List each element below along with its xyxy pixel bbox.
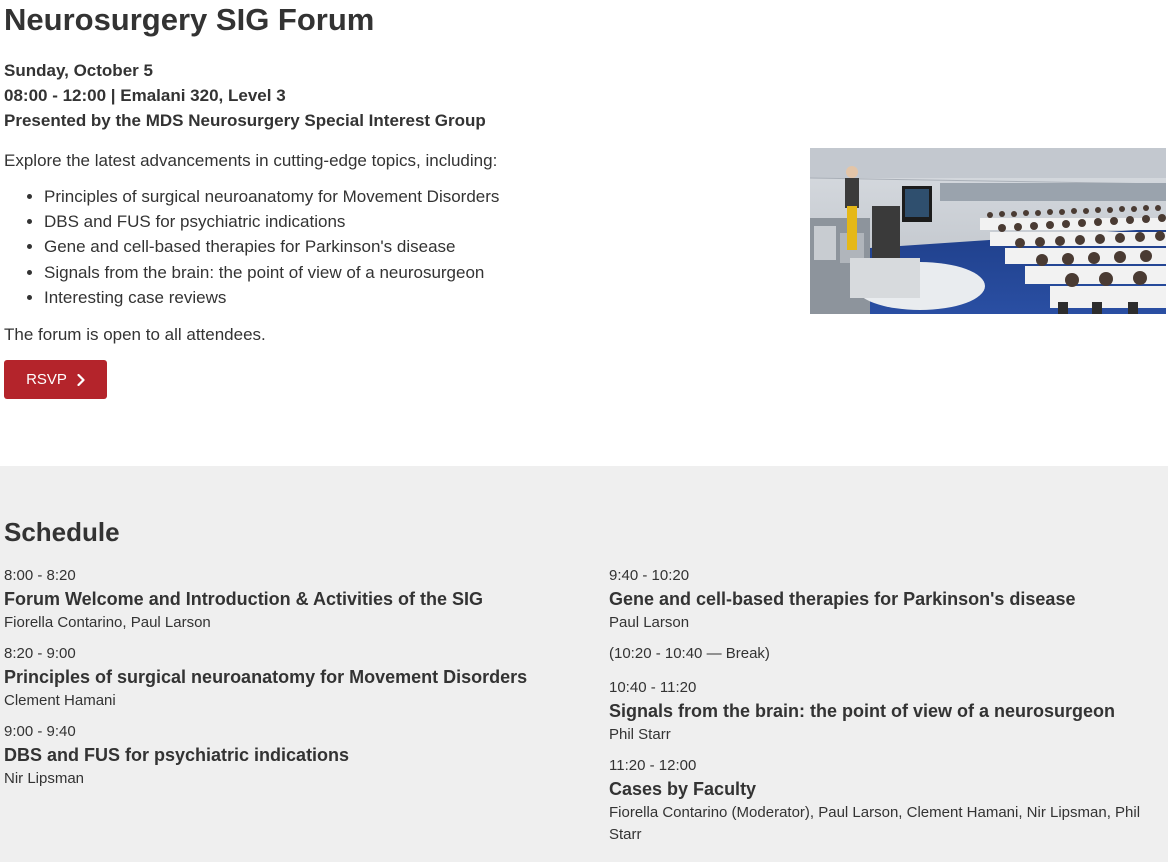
break-note: (10:20 - 10:40 — Break): [609, 645, 770, 662]
list-item: Interesting case reviews: [44, 285, 499, 310]
schedule-title: Schedule: [4, 517, 120, 547]
session-time: 9:00 - 9:40: [4, 723, 76, 740]
session-title: Gene and cell-based therapies for Parkin…: [609, 589, 1076, 609]
session-speakers: Clement Hamani: [4, 692, 116, 709]
conference-photo: [810, 148, 1166, 314]
session-title: Forum Welcome and Introduction & Activit…: [4, 589, 484, 609]
intro-text: Explore the latest advancements in cutti…: [4, 151, 498, 170]
event-time-location: 08:00 - 12:00 | Emalani 320, Level 3: [4, 86, 286, 105]
list-item: Signals from the brain: the point of vie…: [44, 260, 499, 285]
rsvp-button[interactable]: RSVP: [4, 360, 107, 399]
session-speakers: Nir Lipsman: [4, 770, 85, 787]
session-time: 11:20 - 12:00: [609, 757, 697, 774]
session-time: 9:40 - 10:20: [609, 567, 690, 584]
list-item: DBS and FUS for psychiatric indications: [44, 209, 499, 234]
session-time: 10:40 - 11:20: [609, 679, 697, 696]
schedule-column-left: 8:00 - 8:20 Forum Welcome and Introducti…: [4, 566, 564, 800]
page-title: Neurosurgery SIG Forum: [4, 2, 375, 37]
topic-list: Principles of surgical neuroanatomy for …: [4, 184, 499, 310]
list-item: Gene and cell-based therapies for Parkin…: [44, 234, 499, 259]
session-speakers: Fiorella Contarino, Paul Larson: [4, 614, 211, 631]
rsvp-label: RSVP: [26, 371, 67, 388]
session-item: 11:20 - 12:00 Cases by Faculty Fiorella …: [609, 756, 1165, 846]
open-note: The forum is open to all attendees.: [4, 325, 266, 344]
session-item: 8:20 - 9:00 Principles of surgical neuro…: [4, 644, 564, 712]
session-item: 8:00 - 8:20 Forum Welcome and Introducti…: [4, 566, 564, 634]
session-title: DBS and FUS for psychiatric indications: [4, 745, 350, 765]
session-title: Principles of surgical neuroanatomy for …: [4, 667, 528, 687]
schedule-section: Schedule 8:00 - 8:20 Forum Welcome and I…: [0, 466, 1168, 862]
schedule-column-right: 9:40 - 10:20 Gene and cell-based therapi…: [609, 566, 1165, 856]
list-item: Principles of surgical neuroanatomy for …: [44, 184, 499, 209]
session-speakers: Phil Starr: [609, 726, 671, 743]
event-presenter: Presented by the MDS Neurosurgery Specia…: [4, 111, 486, 130]
event-meta: Sunday, October 5 08:00 - 12:00 | Emalan…: [4, 58, 486, 133]
chevron-right-icon: [77, 373, 85, 386]
session-time: 8:20 - 9:00: [4, 645, 76, 662]
event-date: Sunday, October 5: [4, 61, 153, 80]
session-time: 8:00 - 8:20: [4, 567, 76, 584]
event-header-section: Neurosurgery SIG Forum Sunday, October 5…: [0, 0, 1168, 466]
session-title: Signals from the brain: the point of vie…: [609, 701, 1116, 721]
session-item: 9:00 - 9:40 DBS and FUS for psychiatric …: [4, 722, 564, 790]
session-title: Cases by Faculty: [609, 779, 757, 799]
session-item: 9:40 - 10:20 Gene and cell-based therapi…: [609, 566, 1165, 634]
session-speakers: Fiorella Contarino (Moderator), Paul Lar…: [609, 804, 1141, 843]
session-item: 10:40 - 11:20 Signals from the brain: th…: [609, 678, 1165, 746]
session-speakers: Paul Larson: [609, 614, 690, 631]
